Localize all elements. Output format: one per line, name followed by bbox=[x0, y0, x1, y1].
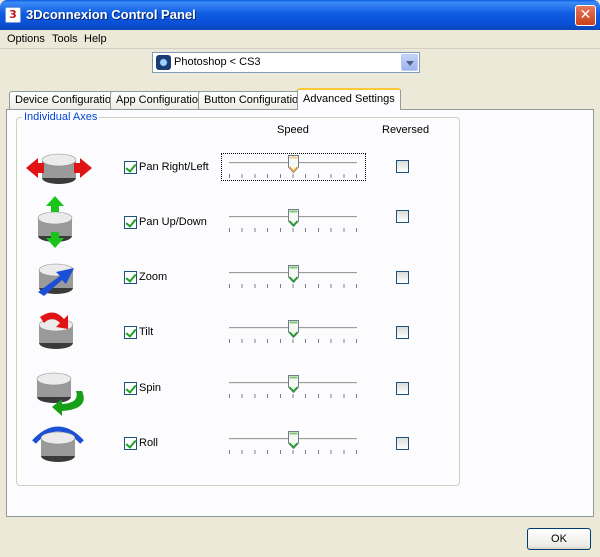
chevron-down-icon bbox=[406, 61, 414, 66]
slider-thumb[interactable] bbox=[287, 375, 299, 393]
slider-ticks bbox=[229, 339, 357, 343]
roll-reversed-checkbox[interactable] bbox=[396, 437, 409, 450]
slider-ticks bbox=[229, 228, 357, 232]
tilt-reversed-checkbox[interactable] bbox=[396, 326, 409, 339]
slider-ticks bbox=[229, 284, 357, 288]
roll-label: Roll bbox=[139, 437, 158, 449]
application-select-value: Photoshop < CS3 bbox=[174, 56, 261, 68]
slider-thumb[interactable] bbox=[287, 155, 299, 173]
reversed-column-header: Reversed bbox=[382, 124, 430, 136]
tilt-checkbox[interactable] bbox=[124, 326, 137, 339]
spin-label: Spin bbox=[139, 382, 162, 394]
slider-ticks bbox=[229, 394, 357, 398]
zoom-icon bbox=[38, 263, 74, 296]
photoshop-icon bbox=[156, 55, 171, 70]
tab-button-configuration[interactable]: Button Configuration bbox=[198, 91, 311, 109]
pan-up-down-checkbox[interactable] bbox=[124, 216, 137, 229]
roll-icon bbox=[32, 426, 84, 462]
ok-button[interactable]: OK bbox=[527, 528, 591, 550]
slider-ticks bbox=[229, 450, 357, 454]
spin-checkbox[interactable] bbox=[124, 382, 137, 395]
roll-checkbox[interactable] bbox=[124, 437, 137, 450]
zoom-speed-slider[interactable] bbox=[227, 264, 359, 292]
zoom-label: Zoom bbox=[139, 271, 168, 283]
spin-reversed-checkbox[interactable] bbox=[396, 382, 409, 395]
tilt-icon bbox=[38, 312, 74, 349]
roll-speed-slider[interactable] bbox=[227, 430, 359, 458]
tilt-label: Tilt bbox=[139, 326, 154, 338]
slider-thumb[interactable] bbox=[287, 320, 299, 338]
close-button[interactable]: ✕ bbox=[575, 5, 596, 26]
zoom-reversed-checkbox[interactable] bbox=[396, 271, 409, 284]
pan-up-down-label: Pan Up/Down bbox=[139, 216, 207, 228]
application-select[interactable]: Photoshop < CS3 bbox=[152, 52, 420, 73]
pan-right-left-icon bbox=[26, 153, 92, 184]
slider-thumb[interactable] bbox=[287, 265, 299, 283]
speed-column-header: Speed bbox=[277, 124, 309, 136]
pan-right-left-speed-slider[interactable] bbox=[227, 154, 359, 182]
menu-options[interactable]: Options bbox=[7, 33, 45, 45]
slider-thumb[interactable] bbox=[287, 209, 299, 227]
menu-tools[interactable]: Tools bbox=[52, 33, 78, 45]
title-bar[interactable]: 3 3Dconnexion Control Panel ✕ bbox=[0, 0, 600, 30]
pan-up-down-icon bbox=[37, 196, 73, 248]
pan-up-down-speed-slider[interactable] bbox=[227, 208, 359, 236]
tab-app-configuration[interactable]: App Configuration bbox=[110, 91, 211, 109]
spin-speed-slider[interactable] bbox=[227, 374, 359, 402]
slider-thumb[interactable] bbox=[287, 431, 299, 449]
group-label: Individual Axes bbox=[22, 111, 100, 123]
pan-up-down-reversed-checkbox[interactable] bbox=[396, 210, 409, 223]
tilt-speed-slider[interactable] bbox=[227, 319, 359, 347]
dropdown-button[interactable] bbox=[401, 54, 418, 71]
tab-device-configuration[interactable]: Device Configuration bbox=[9, 91, 124, 109]
menu-help[interactable]: Help bbox=[84, 33, 107, 45]
zoom-checkbox[interactable] bbox=[124, 271, 137, 284]
app-logo-icon: 3 bbox=[5, 7, 21, 23]
menu-bar: Options Tools Help bbox=[0, 30, 600, 49]
window-title: 3Dconnexion Control Panel bbox=[26, 7, 196, 22]
tab-advanced-settings[interactable]: Advanced Settings bbox=[297, 88, 401, 110]
pan-right-left-label: Pan Right/Left bbox=[139, 161, 209, 173]
slider-ticks bbox=[229, 174, 357, 178]
spin-icon bbox=[36, 372, 84, 416]
pan-right-left-reversed-checkbox[interactable] bbox=[396, 160, 409, 173]
pan-right-left-checkbox[interactable] bbox=[124, 161, 137, 174]
